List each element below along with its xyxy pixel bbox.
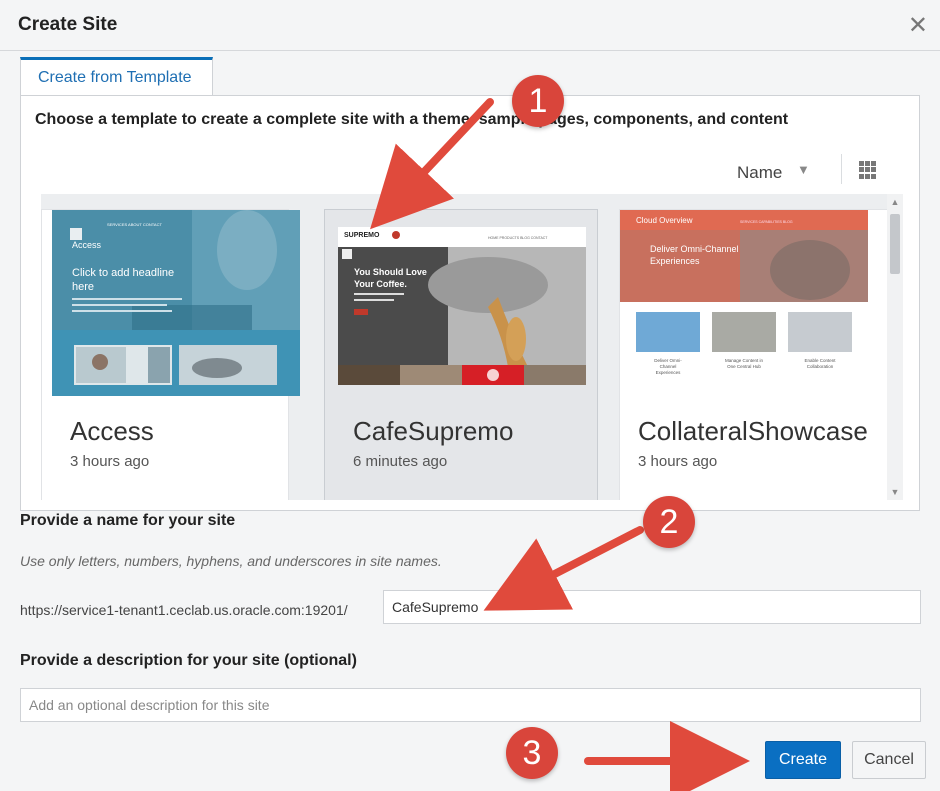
template-thumbnail: SUPREMO HOME PRODUCTS BLOG CONTACT You S… <box>338 227 586 385</box>
svg-text:SERVICES ABOUT CONTACT: SERVICES ABOUT CONTACT <box>107 222 162 227</box>
create-button[interactable]: Create <box>765 741 841 779</box>
template-time: 3 hours ago <box>638 453 718 470</box>
site-name-hint: Use only letters, numbers, hyphens, and … <box>20 553 442 569</box>
svg-text:Collaboration: Collaboration <box>807 364 834 369</box>
template-time: 3 hours ago <box>70 453 150 470</box>
svg-text:Channel: Channel <box>660 364 677 369</box>
tab-create-from-template[interactable]: Create from Template <box>20 57 213 96</box>
svg-text:Enable Content: Enable Content <box>804 358 836 363</box>
template-instruction: Choose a template to create a complete s… <box>35 111 789 128</box>
template-thumbnail: Cloud Overview SERVICES CAPABILITIES BLO… <box>620 210 868 396</box>
svg-text:Your Coffee.: Your Coffee. <box>354 279 407 289</box>
thumb-title: Access <box>72 240 102 250</box>
callout-badge: 1 <box>512 75 564 127</box>
template-card-access[interactable]: Access Click to add headline here SERVIC… <box>41 209 300 500</box>
template-name: CafeSupremo <box>353 416 514 446</box>
sort-dropdown[interactable]: Name <box>737 163 782 183</box>
template-card-cafesupremo[interactable]: SUPREMO HOME PRODUCTS BLOG CONTACT You S… <box>324 209 598 500</box>
template-time: 6 minutes ago <box>353 453 448 470</box>
site-name-label: Provide a name for your site <box>20 512 236 529</box>
svg-text:here: here <box>72 281 94 293</box>
gallery-scrollbar[interactable]: ▲ ▼ <box>887 194 903 500</box>
cancel-button[interactable]: Cancel <box>852 741 926 779</box>
callout-badge: 3 <box>506 727 558 779</box>
template-panel: Choose a template to create a complete s… <box>20 95 920 511</box>
grid-view-icon[interactable] <box>859 161 877 179</box>
template-gallery: Access Click to add headline here SERVIC… <box>41 194 889 500</box>
scrollbar-thumb[interactable] <box>890 214 900 274</box>
site-description-label: Provide a description for your site (opt… <box>20 652 357 669</box>
svg-text:Deliver Omni-: Deliver Omni- <box>654 358 682 363</box>
svg-text:Experiences: Experiences <box>650 256 700 266</box>
thumb-logo: Cloud Overview <box>636 216 693 225</box>
svg-text:One Central Hub: One Central Hub <box>727 364 761 369</box>
svg-text:Click to add headline: Click to add headline <box>72 267 174 279</box>
close-icon[interactable]: ✕ <box>908 11 928 40</box>
scroll-down-icon[interactable]: ▼ <box>887 484 903 500</box>
tab-label: Create from Template <box>38 69 192 86</box>
site-name-input[interactable] <box>383 590 921 624</box>
scroll-up-icon[interactable]: ▲ <box>887 194 903 210</box>
create-site-dialog: Create Site ✕ Create from Template Choos… <box>0 0 940 791</box>
svg-text:HOME PRODUCTS BLOG CONTA: HOME PRODUCTS BLOG CONTACT <box>488 236 548 240</box>
chevron-down-icon[interactable]: ▼ <box>797 162 810 177</box>
site-url-prefix: https://service1-tenant1.ceclab.us.oracl… <box>20 602 348 618</box>
template-name: Access <box>70 416 154 446</box>
svg-text:Experiences: Experiences <box>656 370 682 375</box>
svg-text:SERVICES CAPABILITIES BLOG: SERVICES CAPABILITIES BLOG <box>740 220 793 224</box>
svg-text:Manage Content in: Manage Content in <box>725 358 764 363</box>
toolbar-divider <box>841 154 842 184</box>
svg-text:You Should Love: You Should Love <box>354 267 427 277</box>
template-card-collateralshowcase[interactable]: Cloud Overview SERVICES CAPABILITIES BLO… <box>619 209 889 500</box>
dialog-title: Create Site <box>18 14 118 35</box>
dialog-titlebar: Create Site ✕ <box>0 0 940 51</box>
template-thumbnail: Access Click to add headline here SERVIC… <box>52 210 300 396</box>
svg-text:Deliver Omni-Channel: Deliver Omni-Channel <box>650 244 739 254</box>
template-name: CollateralShowcase <box>638 416 868 446</box>
arrow-2 <box>483 526 644 611</box>
callout-badge: 2 <box>643 496 695 548</box>
thumb-logo: SUPREMO <box>344 232 380 239</box>
site-description-input[interactable] <box>20 688 921 722</box>
